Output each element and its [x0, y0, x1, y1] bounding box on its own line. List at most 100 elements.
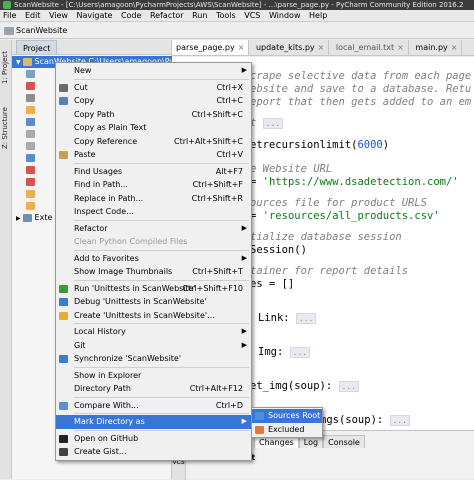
- gist-icon: [59, 448, 68, 456]
- close-icon[interactable]: ×: [451, 43, 458, 52]
- menu-window[interactable]: Window: [266, 11, 304, 20]
- fold-marker[interactable]: ...: [262, 118, 284, 129]
- menu-item-open-on-github[interactable]: Open on GitHub: [56, 432, 251, 446]
- menu-item-show-in-explorer[interactable]: Show in Explorer: [56, 369, 251, 383]
- menu-item-replace-in-path[interactable]: Replace in Path... Ctrl+Shift+R: [56, 192, 251, 206]
- menu-item-cut[interactable]: Cut Ctrl+X: [56, 81, 251, 95]
- menu-item-debug-unittests-in-scanwebsite[interactable]: Debug 'Unittests in ScanWebsite': [56, 295, 251, 309]
- menu-item-label: Find in Path...: [74, 180, 128, 189]
- fold-marker[interactable]: ...: [295, 313, 317, 324]
- menu-item-compare-with[interactable]: Compare With... Ctrl+D: [56, 399, 251, 413]
- tab-main[interactable]: main.py ×: [411, 40, 463, 55]
- python-file-icon: [26, 153, 35, 162]
- tab-local-email[interactable]: local_email.txt ×: [332, 40, 409, 55]
- menu-view[interactable]: View: [46, 11, 71, 20]
- tab-console[interactable]: Console: [323, 435, 365, 448]
- menu-item-label: Create 'Unittests in ScanWebsite'...: [74, 310, 215, 320]
- code-line: = 'resources/all_products.csv': [250, 210, 440, 222]
- menu-refactor[interactable]: Refactor: [147, 11, 187, 20]
- menu-separator: [74, 413, 249, 414]
- menu-item-create-gist[interactable]: Create Gist...: [56, 445, 251, 459]
- menu-item-shortcut: Ctrl+Shift+F: [192, 180, 243, 189]
- menu-run[interactable]: Run: [189, 11, 210, 20]
- menu-item-create-unittests-in-scanwebsite[interactable]: Create 'Unittests in ScanWebsite'...: [56, 309, 251, 323]
- close-icon[interactable]: ×: [397, 43, 404, 52]
- code-line: ebsite and save to a database. Retu: [250, 83, 472, 95]
- menu-item-new[interactable]: New ▶: [56, 64, 251, 78]
- copy-icon: [59, 97, 68, 105]
- menu-item-label: Clean Python Compiled Files: [74, 237, 188, 246]
- file-icon: [26, 177, 35, 186]
- menu-item-directory-path[interactable]: Directory Path Ctrl+Alt+F12: [56, 382, 251, 396]
- code-line: et_img(soup): ...: [250, 380, 359, 393]
- menu-code[interactable]: Code: [118, 11, 144, 20]
- menu-item-label: New: [74, 66, 92, 75]
- menu-item-paste[interactable]: Paste Ctrl+V: [56, 148, 251, 162]
- menu-item-copy-as-plain-text[interactable]: Copy as Plain Text: [56, 121, 251, 135]
- project-tool-button[interactable]: 1: Project: [1, 44, 11, 92]
- code-line: etrecursionlimit(6000): [250, 139, 390, 151]
- menu-item-label: Mark Directory as: [74, 417, 145, 426]
- left-tool-strip: 1: Project Z: Structure: [0, 40, 12, 479]
- menu-file[interactable]: File: [0, 11, 19, 20]
- menu-item-add-to-favorites[interactable]: Add to Favorites ▶: [56, 252, 251, 266]
- code-line: eport that then gets added to an em: [250, 96, 472, 108]
- menu-item-refactor[interactable]: Refactor ▶: [56, 222, 251, 236]
- menu-item-find-in-path[interactable]: Find in Path... Ctrl+Shift+F: [56, 178, 251, 192]
- menu-item-label: Find Usages: [74, 166, 123, 176]
- menu-item-local-history[interactable]: Local History ▶: [56, 325, 251, 339]
- menu-item-label: Directory Path: [74, 384, 131, 393]
- menu-item-shortcut: Ctrl+Shift+T: [192, 267, 243, 276]
- menu-item-copy[interactable]: Copy Ctrl+C: [56, 94, 251, 108]
- close-icon[interactable]: ×: [318, 43, 325, 52]
- menu-edit[interactable]: Edit: [22, 11, 44, 20]
- fold-marker[interactable]: ...: [289, 347, 311, 358]
- file-icon: [26, 81, 35, 90]
- navigation-bar: ScanWebsite: [0, 23, 474, 39]
- menu-item-run-unittests-in-scanwebsite[interactable]: Run 'Unittests in ScanWebsite' Ctrl+Shift…: [56, 282, 251, 296]
- menu-item-label: Synchronize 'ScanWebsite': [74, 354, 182, 363]
- menu-item-synchronize-scanwebsite[interactable]: Synchronize 'ScanWebsite': [56, 352, 251, 366]
- tab-update-kits[interactable]: update_kits.py ×: [252, 40, 330, 55]
- menu-tools[interactable]: Tools: [213, 11, 239, 20]
- pycharm-app-icon: [3, 1, 11, 9]
- menu-bar: File Edit View Navigate Code Refactor Ru…: [0, 10, 474, 22]
- menu-item-copy-path[interactable]: Copy Path Ctrl+Shift+C: [56, 108, 251, 122]
- menu-vcs[interactable]: VCS: [241, 11, 263, 20]
- menu-navigate[interactable]: Navigate: [74, 11, 116, 20]
- github-icon: [59, 434, 68, 443]
- menu-item-label: Paste: [74, 150, 96, 159]
- code-line: tainer for report details: [250, 265, 409, 277]
- close-icon[interactable]: ×: [238, 43, 245, 52]
- submenu-item-sources-root[interactable]: Sources Root: [252, 409, 322, 423]
- menu-help[interactable]: Help: [306, 11, 330, 20]
- submenu-arrow-icon: ▶: [241, 223, 247, 232]
- submenu-item-excluded[interactable]: Excluded: [252, 423, 322, 437]
- editor-tab-bar: parse_page.py × update_kits.py × local_ema…: [172, 40, 474, 56]
- menu-item-copy-reference[interactable]: Copy Reference Ctrl+Alt+Shift+C: [56, 135, 251, 149]
- breadcrumb-project[interactable]: ScanWebsite: [16, 26, 67, 35]
- structure-tool-button[interactable]: Z: Structure: [1, 100, 11, 156]
- menu-item-show-image-thumbnails[interactable]: Show Image Thumbnails Ctrl+Shift+T: [56, 265, 251, 279]
- code-line: Session(): [250, 244, 307, 256]
- menu-item-find-usages[interactable]: Find Usages Alt+F7: [56, 165, 251, 179]
- menu-item-git[interactable]: Git ▶: [56, 339, 251, 353]
- menu-item-label: Copy: [74, 96, 95, 105]
- mark-directory-submenu: Sources Root Excluded: [251, 407, 323, 438]
- sources-root-icon: [255, 412, 264, 420]
- menu-item-label: Inspect Code...: [74, 207, 134, 216]
- fold-marker[interactable]: ...: [389, 415, 410, 426]
- code-line: Img: ...: [258, 346, 311, 359]
- menu-item-inspect-code[interactable]: Inspect Code...: [56, 205, 251, 219]
- submenu-item-label: Sources Root: [268, 411, 321, 420]
- menu-item-shortcut: Ctrl+V: [216, 150, 243, 159]
- project-view-tab[interactable]: Project: [16, 40, 58, 54]
- code-line: = 'https://www.dsadetection.com/': [250, 176, 459, 188]
- code-line: ources file for product URLS: [250, 197, 428, 209]
- menu-item-label: Replace in Path...: [74, 193, 144, 203]
- fold-marker[interactable]: ...: [338, 381, 359, 392]
- tab-parse-page[interactable]: parse_page.py ×: [172, 40, 250, 55]
- menu-item-mark-directory-as[interactable]: Mark Directory as ▶: [56, 415, 251, 429]
- folder-icon: [4, 27, 14, 35]
- menu-separator: [74, 366, 249, 368]
